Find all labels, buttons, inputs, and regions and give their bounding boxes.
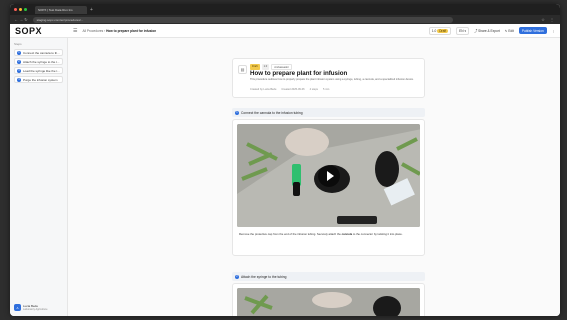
breadcrumb: All Procedures › How to prepare plant fo… <box>82 28 157 33</box>
publish-label: Publish Version <box>521 28 544 33</box>
browser-tabbar: SOPX | Test Data Run Ins + <box>10 4 560 15</box>
sidebar-step-3[interactable]: 3 Load the syringe like the t... <box>14 67 63 74</box>
version-chip[interactable]: 1.0 Draft <box>428 26 452 35</box>
sidebar-title: Steps <box>14 42 22 46</box>
sidebar-step-1[interactable]: 1 Connect the cannula to th... <box>14 49 63 56</box>
browser-tab-title: SOPX | Test Data Run Ins <box>38 7 73 12</box>
instruction-text: Remove the protective cap from the end o… <box>239 232 342 236</box>
app-header: SOPX ☰ All Procedures › How to prepare p… <box>10 24 560 38</box>
document-icon: ▤ <box>238 65 247 74</box>
step-title: Connect the cannula to the infusion tubi… <box>241 110 303 115</box>
sidebar-step-label: Load the syringe like the t... <box>23 68 60 73</box>
sidebar-step-label: Attach the syringe to the t... <box>23 59 60 64</box>
procedure-header-card: ▤ Draft 1.0 Ambassador How to prepare pl… <box>232 58 425 98</box>
browser-menu-icon[interactable]: ☆ ⋮ <box>541 17 556 22</box>
step-number: 3 <box>17 68 21 73</box>
meta-date: Created 2025-09-06 <box>281 88 305 91</box>
browser-tab[interactable]: SOPX | Test Data Run Ins <box>35 5 87 14</box>
instruction-highlight: cannula <box>341 232 353 236</box>
back-icon[interactable]: ← <box>14 17 18 22</box>
sidebar-step-2[interactable]: 2 Attach the syringe to the t... <box>14 58 63 65</box>
share-export-button[interactable]: ⤴ Share & Export <box>474 28 500 33</box>
edit-label: Edit <box>508 28 514 33</box>
browser-window: SOPX | Test Data Run Ins + ← → ↻ staging… <box>10 4 560 316</box>
step-number: 2 <box>235 274 239 279</box>
breadcrumb-current: How to prepare plant for infusion <box>106 28 157 33</box>
step-2-header[interactable]: 2 Attach the syringe to the tubing <box>232 272 425 281</box>
status-badge: Draft <box>437 28 449 33</box>
user-org: Laboratory Agriculture <box>23 308 48 311</box>
breadcrumb-root[interactable]: All Procedures <box>82 29 103 33</box>
avatar: A <box>14 304 21 311</box>
step-instructions: Remove the protective cap from the end o… <box>239 232 418 236</box>
sidebar-step-label: Purge the infusion system <box>23 77 58 82</box>
step-number: 4 <box>17 77 21 82</box>
procedure-main: ▤ Draft 1.0 Ambassador How to prepare pl… <box>68 38 560 316</box>
meta-author: Created by Lucia Bede <box>250 88 277 91</box>
step-number: 1 <box>17 50 21 55</box>
address-bar-row: ← → ↻ staging.sopx.com/en/procedures/...… <box>10 15 560 24</box>
video-frame-illustration <box>237 288 420 316</box>
step-video[interactable] <box>237 288 420 316</box>
close-window-icon[interactable] <box>14 8 17 11</box>
step-1-card: Remove the protective cap from the end o… <box>232 119 425 256</box>
step-1-header[interactable]: 1 Connect the cannula to the infusion tu… <box>232 108 425 117</box>
play-icon[interactable] <box>317 164 340 187</box>
share-export-label: Share & Export <box>478 29 500 33</box>
more-options-icon[interactable]: ⋮ <box>552 29 555 33</box>
menu-icon[interactable]: ☰ <box>73 28 77 34</box>
language-label: EN <box>459 28 464 33</box>
sopx-logo: SOPX <box>15 25 43 36</box>
language-select[interactable]: EN ▾ <box>456 26 470 35</box>
new-tab-icon[interactable]: + <box>90 7 93 13</box>
maximize-window-icon[interactable] <box>24 8 27 11</box>
procedure-meta: Created by Lucia Bede Created 2025-09-06… <box>250 88 329 91</box>
url-field[interactable]: staging.sopx.com/en/procedures/... <box>32 16 453 23</box>
step-2-card <box>232 283 425 316</box>
edit-button[interactable]: ✎ Edit <box>505 29 514 33</box>
page-title: How to prepare plant for infusion <box>250 70 348 77</box>
step-video[interactable] <box>237 124 420 227</box>
sidebar-step-label: Connect the cannula to th... <box>23 50 60 55</box>
user-menu[interactable]: A Lucia Bede Laboratory Agriculture <box>14 304 63 311</box>
meta-steps: 4 steps <box>309 88 318 91</box>
step-title: Attach the syringe to the tubing <box>241 274 287 279</box>
meta-time: 5 min <box>322 88 330 91</box>
publish-version-button[interactable]: Publish Version <box>518 27 547 34</box>
minimize-window-icon[interactable] <box>19 8 22 11</box>
version-label: 1.0 <box>431 28 437 33</box>
sidebar-step-4[interactable]: 4 Purge the infusion system <box>14 76 63 83</box>
step-number: 2 <box>17 59 21 64</box>
steps-sidebar: Steps 1 Connect the cannula to th... 2 Att… <box>10 38 68 316</box>
forward-icon[interactable]: → <box>19 17 23 22</box>
reload-icon[interactable]: ↻ <box>24 17 27 22</box>
instruction-text: to the connector by twisting it into pla… <box>352 232 403 236</box>
step-number: 1 <box>235 110 239 115</box>
procedure-description: This procedure outlines how to properly … <box>250 78 414 81</box>
